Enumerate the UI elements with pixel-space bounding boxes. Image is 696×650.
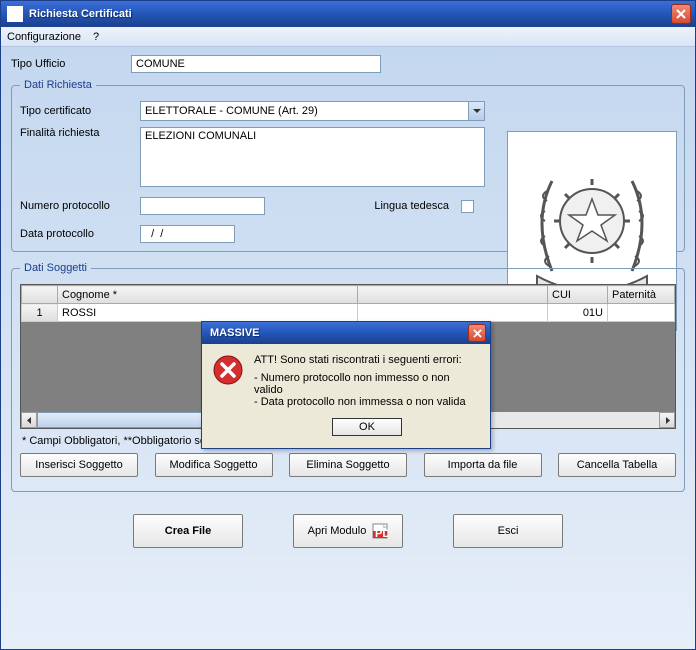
col-paternita[interactable]: Paternità [608,286,675,304]
apri-modulo-label: Apri Modulo [308,525,367,537]
close-icon [473,329,482,338]
cancella-tabella-button[interactable]: Cancella Tabella [558,453,676,477]
dialog-error-2: - Data protocollo non immessa o non vali… [254,396,480,408]
scroll-left-button[interactable] [21,412,37,428]
apri-modulo-button[interactable]: Apri Modulo PDF [293,514,403,548]
dialog-heading: ATT! Sono stati riscontrati i seguenti e… [254,354,480,366]
finalita-label: Finalità richiesta [20,127,140,139]
dialog-error-1: - Numero protocollo non immesso o non va… [254,372,480,396]
chevron-down-icon[interactable] [468,102,484,120]
titlebar: Richiesta Certificati [1,1,695,27]
app-icon [7,6,23,22]
dialog-title: MASSIVE [210,327,468,339]
dialog-ok-button[interactable]: OK [332,418,402,436]
dati-richiesta-legend: Dati Richiesta [20,79,96,91]
table-row[interactable]: 1 ROSSI 01U [22,304,675,322]
data-protocollo-input[interactable] [140,225,235,243]
cell-paternita[interactable] [608,304,675,322]
window-title: Richiesta Certificati [29,8,671,20]
dialog-close-button[interactable] [468,324,486,342]
importa-da-file-button[interactable]: Importa da file [424,453,542,477]
menubar: Configurazione ? [1,27,695,47]
error-icon [212,354,244,386]
lingua-tedesca-label: Lingua tedesca [374,200,449,212]
table-header-row: Cognome * CUI Paternità [22,286,675,304]
cell-cognome[interactable]: ROSSI [58,304,358,322]
numero-protocollo-label: Numero protocollo [20,200,140,212]
lingua-tedesca-checkbox[interactable] [461,200,474,213]
tipo-ufficio-label: Tipo Ufficio [11,58,131,70]
elimina-soggetto-button[interactable]: Elimina Soggetto [289,453,407,477]
cell-cui[interactable]: 01U [548,304,608,322]
tipo-certificato-value: ELETTORALE - COMUNE (Art. 29) [145,105,468,117]
modifica-soggetto-button[interactable]: Modifica Soggetto [155,453,273,477]
col-hidden [358,286,548,304]
dati-soggetti-legend: Dati Soggetti [20,262,91,274]
close-icon [676,9,686,19]
tipo-certificato-label: Tipo certificato [20,105,140,117]
content-area: Tipo Ufficio Dati Richiesta Tipo certifi… [1,47,695,649]
scroll-right-button[interactable] [659,412,675,428]
tipo-certificato-dropdown[interactable]: ELETTORALE - COMUNE (Art. 29) [140,101,485,121]
data-protocollo-label: Data protocollo [20,228,140,240]
menu-configurazione[interactable]: Configurazione [7,31,81,43]
dialog-text: ATT! Sono stati riscontrati i seguenti e… [254,354,480,436]
dialog-titlebar: MASSIVE [202,322,490,344]
pdf-icon: PDF [372,523,388,539]
chevron-right-icon [664,417,671,424]
main-window: Richiesta Certificati Configurazione ? T… [0,0,696,650]
cell-rownum: 1 [22,304,58,322]
finalita-input[interactable] [140,127,485,187]
window-close-button[interactable] [671,4,691,24]
error-dialog: MASSIVE ATT! Sono stati riscontrati i se… [201,321,491,449]
tipo-ufficio-input[interactable] [131,55,381,73]
svg-text:PDF: PDF [375,528,388,539]
esci-button[interactable]: Esci [453,514,563,548]
menu-help[interactable]: ? [93,31,99,43]
numero-protocollo-input[interactable] [140,197,265,215]
inserisci-soggetto-button[interactable]: Inserisci Soggetto [20,453,138,477]
col-cui[interactable]: CUI [548,286,608,304]
col-rownum [22,286,58,304]
cell-hidden [358,304,548,322]
soggetti-table: Cognome * CUI Paternità 1 ROSSI 01U [21,285,675,322]
col-cognome[interactable]: Cognome * [58,286,358,304]
chevron-left-icon [26,417,33,424]
crea-file-button[interactable]: Crea File [133,514,243,548]
